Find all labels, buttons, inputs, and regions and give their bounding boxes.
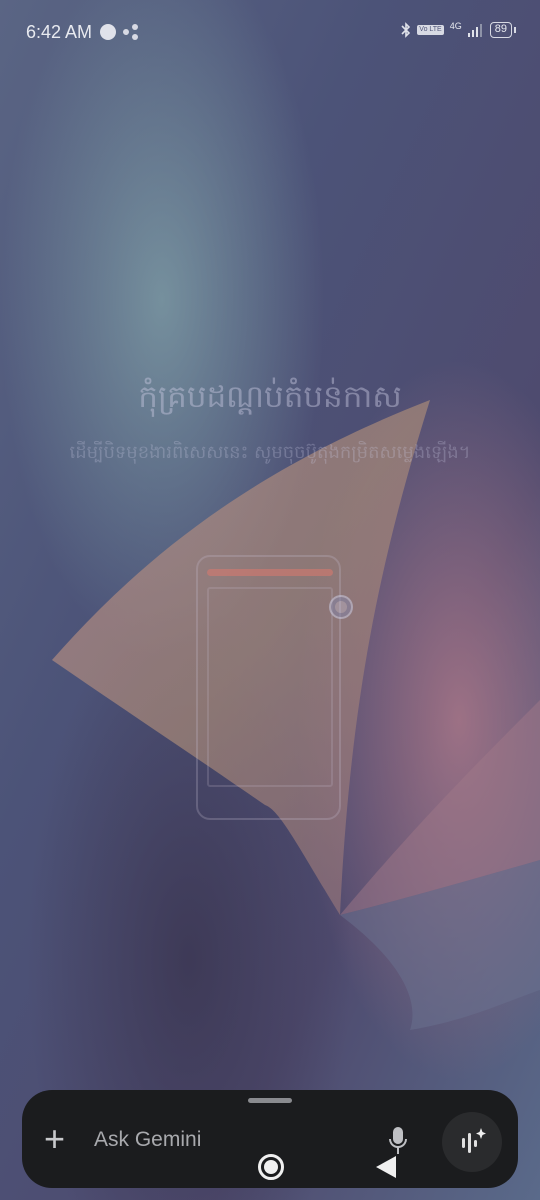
clock: 6:42 AM — [26, 22, 93, 42]
overlay-title: កុំគ្របដណ្ដប់តំបន់កាស — [138, 379, 402, 415]
phone-illustration — [196, 555, 353, 820]
share-icon — [123, 24, 138, 40]
microphone-icon[interactable] — [388, 1126, 408, 1156]
status-bar: 6:42 AM Vo LTE 4G 89 — [0, 0, 540, 66]
battery-indicator: 89 — [489, 22, 517, 38]
overlay-subtitle: ដើម្បីបិទមុខងារពិសេសនេះ សូមចុចប៊ូតុងកម្រ… — [69, 442, 471, 463]
sensor-dot — [329, 595, 353, 619]
plus-icon[interactable]: + — [44, 1121, 65, 1157]
home-button[interactable] — [258, 1154, 284, 1180]
back-button[interactable] — [376, 1156, 396, 1178]
network-type: 4G — [449, 21, 462, 31]
messenger-icon — [100, 24, 116, 40]
gemini-bar[interactable]: + Ask Gemini — [22, 1090, 518, 1188]
signal-icon — [467, 24, 482, 37]
drag-handle[interactable] — [248, 1098, 292, 1103]
earpiece-area — [207, 569, 333, 576]
gemini-live-icon — [462, 1128, 486, 1153]
gemini-live-button[interactable] — [442, 1112, 502, 1172]
volte-icon: Vo LTE — [417, 25, 444, 35]
ask-gemini-input[interactable]: Ask Gemini — [94, 1128, 201, 1152]
bluetooth-icon — [401, 22, 411, 38]
phone-screen — [207, 587, 333, 787]
